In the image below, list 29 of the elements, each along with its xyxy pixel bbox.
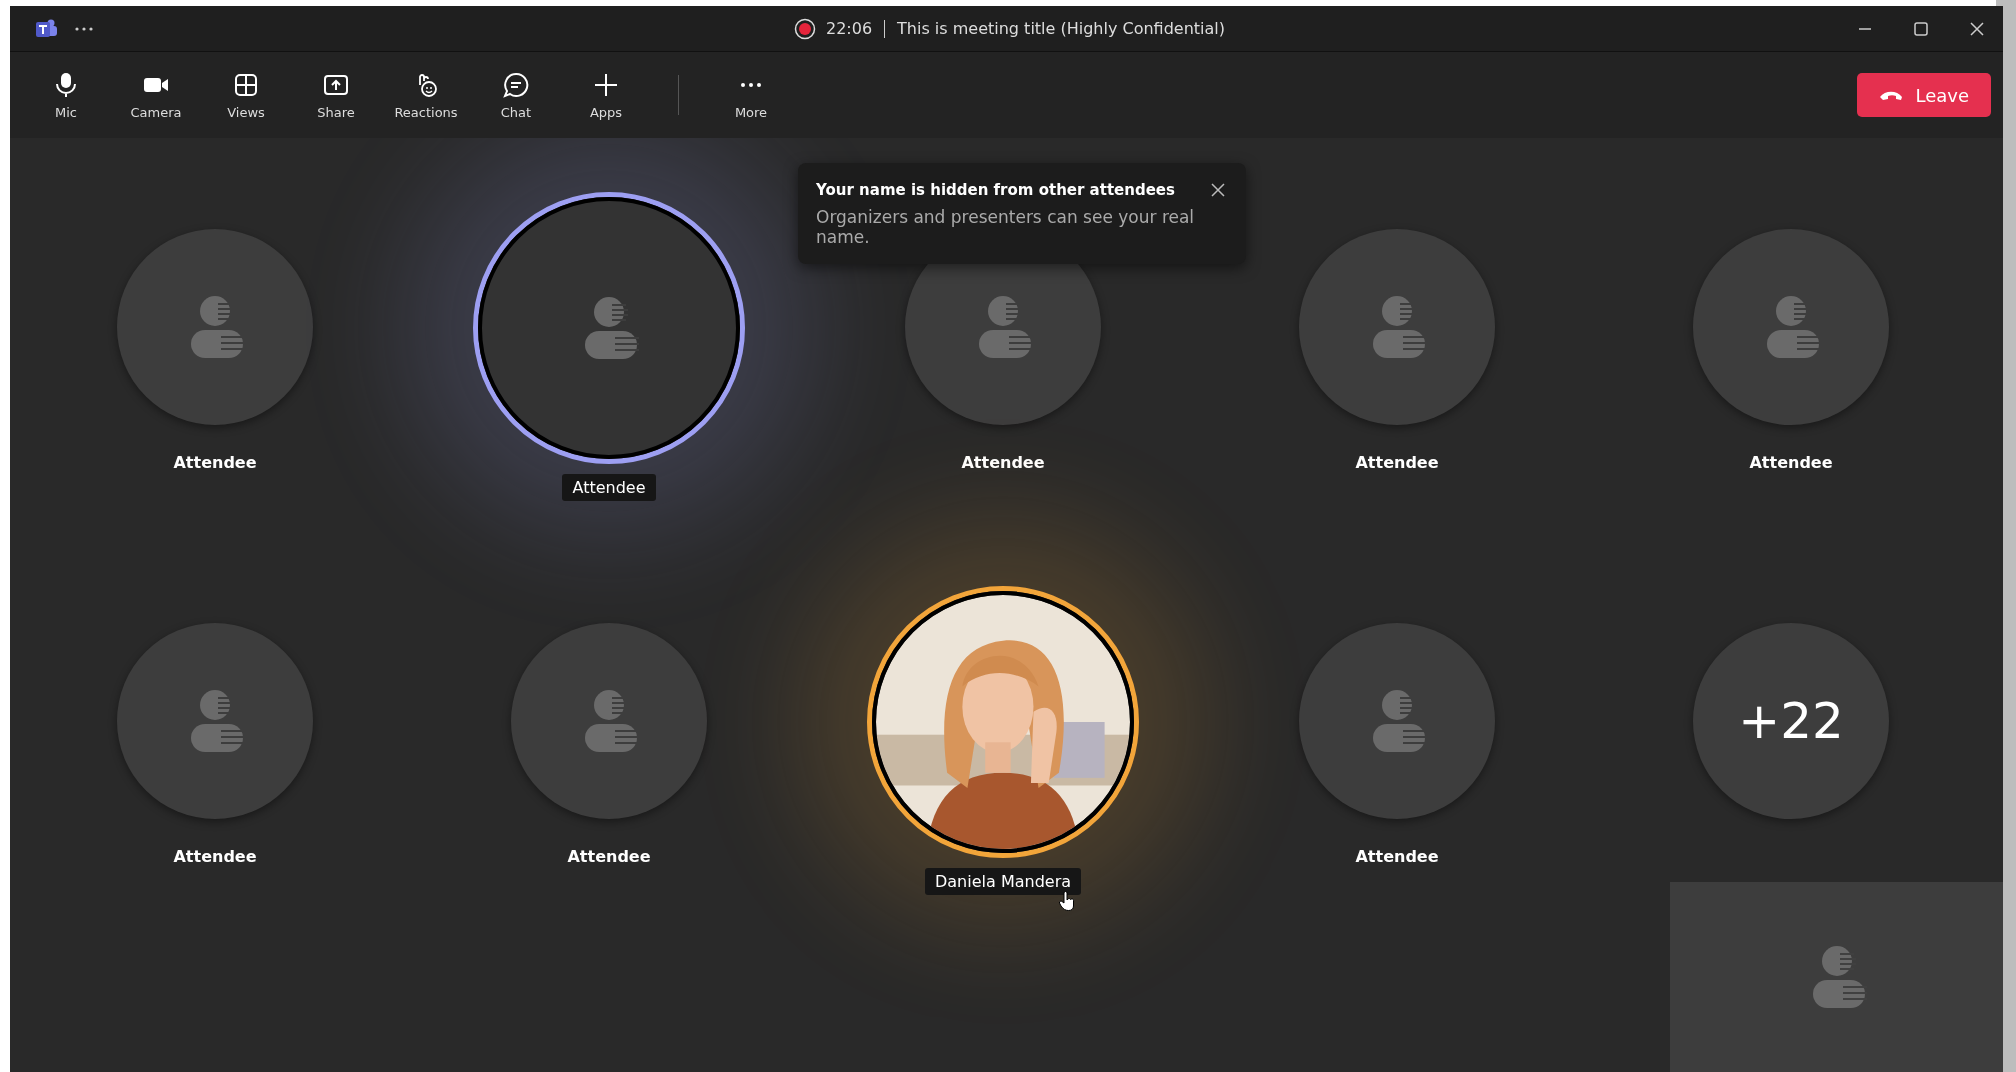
meeting-timer: 22:06	[825, 19, 873, 38]
toolbar-button[interactable]: Reactions	[388, 66, 464, 124]
participant-name: Attendee	[173, 453, 257, 472]
participant-name: Attendee	[173, 847, 257, 866]
participant-name: Attendee	[1749, 453, 1833, 472]
leave-button[interactable]: Leave	[1857, 73, 1991, 117]
participant-name: Attendee	[567, 847, 651, 866]
more-options-icon[interactable]	[74, 25, 94, 32]
participant-name: Attendee	[1355, 453, 1439, 472]
phone-icon	[1879, 89, 1904, 101]
maximize-icon[interactable]	[1913, 20, 1929, 37]
toolbar-button[interactable]: Camera	[118, 66, 194, 124]
toolbar-button[interactable]: Apps	[568, 66, 644, 124]
participant-name: Attendee	[562, 474, 656, 501]
participant-name: Attendee	[961, 453, 1045, 472]
participant-name: Attendee	[1355, 847, 1439, 866]
chat-bubble-icon	[502, 70, 530, 99]
window-title: This is meeting title (Highly Confidential)	[897, 19, 1225, 38]
more-icon	[741, 82, 761, 87]
close-icon[interactable]	[1969, 20, 1985, 37]
toolbar-button[interactable]: Views	[208, 66, 284, 124]
more-button[interactable]: More	[713, 66, 789, 124]
toolbar-button[interactable]: Share	[298, 66, 374, 124]
close-icon[interactable]	[1210, 182, 1226, 198]
notification-title: Your name is hidden from other attendees	[816, 181, 1175, 199]
overflow-count[interactable]: +22	[1693, 623, 1889, 819]
toolbar-button[interactable]: Chat	[478, 66, 554, 124]
toolbar-button[interactable]: Mic	[28, 66, 104, 124]
notification-text: Organizers and presenters can see your real name.	[816, 207, 1196, 248]
